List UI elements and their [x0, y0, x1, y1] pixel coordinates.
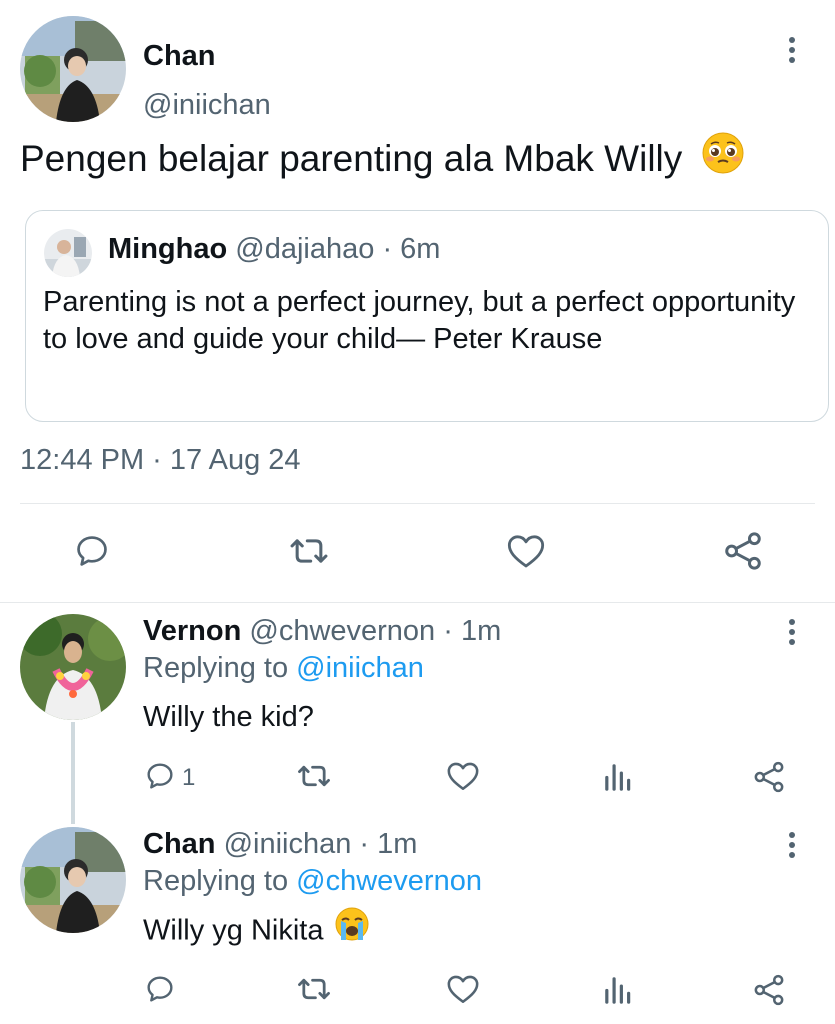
more-options-icon[interactable] [780, 32, 804, 68]
divider [0, 602, 835, 603]
main-author-handle[interactable]: @iniichan [143, 89, 271, 122]
replying-to-label: Replying to [143, 865, 289, 897]
like-icon[interactable] [446, 973, 480, 1005]
reply-author-avatar[interactable] [20, 827, 126, 933]
main-author-name[interactable]: Chan [143, 40, 216, 73]
reply-icon[interactable] [144, 973, 176, 1005]
share-icon[interactable] [752, 973, 786, 1007]
main-tweet-text-content: Pengen belajar parenting ala Mbak Willy [20, 138, 683, 179]
reply-icon[interactable] [73, 532, 111, 570]
main-tweet-header: Chan @iniichan [20, 16, 820, 126]
reply-author-name[interactable]: Chan [143, 828, 216, 860]
share-icon[interactable] [722, 530, 764, 572]
reply-header: Chan @iniichan · 1m [143, 828, 417, 861]
reply-text: Willy yg Nikita [143, 907, 370, 950]
tweet-timestamp[interactable]: 12:44 PM · 17 Aug 24 [20, 444, 301, 477]
replying-to-line: Replying to @chwevernon [143, 865, 482, 898]
main-tweet-text: Pengen belajar parenting ala Mbak Willy [20, 132, 745, 184]
retweet-icon[interactable] [295, 760, 333, 792]
quoted-tweet-header: Minghao @dajiahao · 6m [108, 233, 440, 266]
replying-to-link[interactable]: @chwevernon [296, 865, 482, 897]
reply-icon[interactable] [144, 760, 176, 792]
reply-header: Vernon @chwevernon · 1m [143, 615, 501, 648]
reply-author-name[interactable]: Vernon [143, 615, 241, 647]
analytics-icon[interactable] [602, 973, 632, 1005]
quoted-tweet-card[interactable]: Minghao @dajiahao · 6m Parenting is not … [25, 210, 829, 422]
divider [20, 503, 815, 504]
retweet-icon[interactable] [287, 532, 331, 570]
reply-author-handle[interactable]: @iniichan [224, 828, 352, 860]
like-icon[interactable] [446, 760, 480, 792]
reply-text-content: Willy yg Nikita [143, 914, 324, 947]
reply-text: Willy the kid? [143, 701, 314, 733]
main-author-avatar[interactable] [20, 16, 126, 122]
reply-author-handle[interactable]: @chwevernon [249, 615, 435, 647]
quoted-author-handle: @dajiahao [235, 233, 375, 265]
analytics-icon[interactable] [602, 760, 632, 792]
reply-author-avatar[interactable] [20, 614, 126, 720]
thread-connector-line [71, 722, 75, 824]
retweet-icon[interactable] [295, 973, 333, 1005]
pleading-face-emoji [693, 132, 745, 184]
quoted-author-name: Minghao [108, 233, 228, 265]
reply-time-ago: · 1m [359, 828, 418, 860]
replying-to-label: Replying to [143, 652, 289, 684]
like-icon[interactable] [506, 532, 546, 570]
more-options-icon[interactable] [780, 827, 804, 863]
loudly-crying-face-emoji [332, 907, 370, 950]
reply-count: 1 [182, 764, 196, 791]
quoted-author-avatar [44, 229, 92, 277]
share-icon[interactable] [752, 760, 786, 794]
reply-time-ago: · 1m [443, 615, 502, 647]
quoted-time-ago: · 6m [382, 233, 441, 265]
replying-to-line: Replying to @iniichan [143, 652, 424, 685]
more-options-icon[interactable] [780, 614, 804, 650]
quoted-tweet-text: Parenting is not a perfect journey, but … [43, 286, 796, 355]
replying-to-link[interactable]: @iniichan [296, 652, 424, 684]
